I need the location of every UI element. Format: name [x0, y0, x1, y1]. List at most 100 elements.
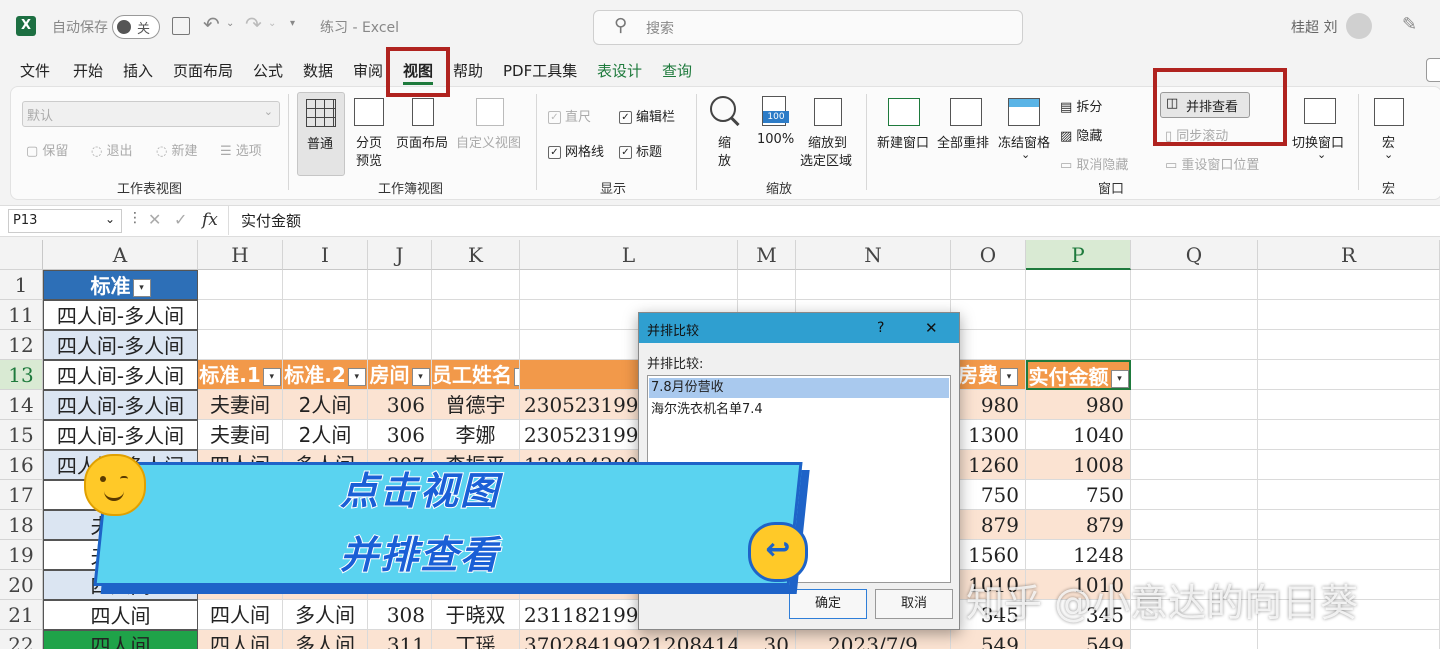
- new-window-button[interactable]: 新建窗口: [874, 92, 934, 174]
- zoom-to-selection-button[interactable]: 缩放到 选定区域: [800, 92, 858, 174]
- table-cell[interactable]: [1258, 270, 1440, 300]
- table-cell[interactable]: 750: [951, 480, 1026, 510]
- comment-button[interactable]: [1426, 58, 1440, 82]
- row-header[interactable]: 15: [0, 420, 43, 450]
- row-header[interactable]: 14: [0, 390, 43, 420]
- page-break-preview-button[interactable]: 分页 预览: [350, 92, 390, 174]
- tab-home[interactable]: 开始: [73, 60, 103, 81]
- freeze-panes-button[interactable]: 冻结窗格 ⌄: [996, 92, 1056, 174]
- table-cell[interactable]: 实付金额 ▾: [1026, 360, 1131, 390]
- table-cell[interactable]: [1131, 420, 1258, 450]
- table-cell[interactable]: [283, 270, 368, 300]
- user-name[interactable]: 桂超 刘: [1291, 17, 1337, 37]
- row-header[interactable]: 11: [0, 300, 43, 330]
- tab-insert[interactable]: 插入: [123, 60, 153, 81]
- table-cell[interactable]: 37028419921208414): [520, 630, 738, 649]
- table-cell[interactable]: [1026, 330, 1131, 360]
- table-cell[interactable]: 房费 ▾: [951, 360, 1026, 390]
- table-cell[interactable]: 306: [368, 420, 432, 450]
- table-cell[interactable]: 曾德宇: [432, 390, 520, 420]
- tab-table-design[interactable]: 表设计: [597, 60, 642, 81]
- table-cell[interactable]: 1300: [951, 420, 1026, 450]
- table-cell[interactable]: 30: [738, 630, 796, 649]
- table-cell[interactable]: [1131, 330, 1258, 360]
- table-cell[interactable]: [368, 300, 432, 330]
- column-header[interactable]: N: [796, 240, 951, 270]
- table-cell[interactable]: [951, 270, 1026, 300]
- table-cell[interactable]: 549: [951, 630, 1026, 649]
- table-cell[interactable]: 标准.1 ▾: [198, 360, 283, 390]
- table-cell[interactable]: [520, 270, 738, 300]
- column-header[interactable]: H: [198, 240, 283, 270]
- column-header[interactable]: J: [368, 240, 432, 270]
- sheet-view-dropdown[interactable]: 默认 ⌄: [22, 101, 280, 127]
- row-header[interactable]: 16: [0, 450, 43, 480]
- column-header[interactable]: K: [432, 240, 520, 270]
- table-cell[interactable]: 四人间-多人间: [43, 360, 198, 390]
- table-cell[interactable]: [432, 300, 520, 330]
- column-header[interactable]: I: [283, 240, 368, 270]
- table-cell[interactable]: [198, 300, 283, 330]
- save-icon[interactable]: [172, 17, 190, 35]
- unhide-button[interactable]: ▭ 取消隐藏: [1060, 154, 1128, 173]
- table-cell[interactable]: 丁瑶: [432, 630, 520, 649]
- filter-dropdown-icon[interactable]: ▾: [132, 278, 151, 297]
- table-cell[interactable]: 879: [1026, 510, 1131, 540]
- row-header[interactable]: 1: [0, 270, 43, 300]
- column-header[interactable]: A: [43, 240, 198, 270]
- pen-icon[interactable]: ✎: [1402, 14, 1417, 35]
- table-cell[interactable]: [1258, 420, 1440, 450]
- column-header[interactable]: O: [951, 240, 1026, 270]
- table-cell[interactable]: [283, 300, 368, 330]
- autosave-toggle[interactable]: 关: [112, 15, 160, 39]
- insert-function-icon[interactable]: fx: [202, 210, 218, 230]
- filter-dropdown-icon[interactable]: ▾: [347, 367, 366, 386]
- table-cell[interactable]: [1258, 450, 1440, 480]
- filter-dropdown-icon[interactable]: ▾: [1000, 367, 1018, 386]
- table-cell[interactable]: 四人间-多人间: [43, 390, 198, 420]
- table-cell[interactable]: 308: [368, 600, 432, 630]
- row-header[interactable]: 13: [0, 360, 43, 390]
- switch-windows-button[interactable]: 切换窗口 ⌄: [1290, 92, 1352, 174]
- tab-review[interactable]: 审阅: [353, 60, 383, 81]
- table-cell[interactable]: [1258, 540, 1440, 570]
- table-cell[interactable]: [1258, 510, 1440, 540]
- tab-formulas[interactable]: 公式: [253, 60, 283, 81]
- sheet-view-new-button[interactable]: ◌ 新建: [156, 140, 198, 159]
- reset-window-position-button[interactable]: ▭ 重设窗口位置: [1165, 154, 1259, 173]
- table-cell[interactable]: [1258, 630, 1440, 649]
- table-cell[interactable]: [1131, 300, 1258, 330]
- table-cell[interactable]: [1258, 330, 1440, 360]
- table-cell[interactable]: 四人间-多人间: [43, 420, 198, 450]
- table-cell[interactable]: 980: [951, 390, 1026, 420]
- table-cell[interactable]: 夫妻间: [198, 390, 283, 420]
- tab-pdf-tools[interactable]: PDF工具集: [503, 60, 577, 81]
- confirm-entry-icon[interactable]: ✓: [174, 210, 187, 229]
- macros-button[interactable]: 宏 ⌄: [1368, 92, 1412, 174]
- table-cell[interactable]: [1131, 390, 1258, 420]
- custom-views-button[interactable]: 自定义视图: [456, 92, 526, 174]
- list-item[interactable]: 7.8月份营收: [649, 378, 949, 398]
- column-header[interactable]: Q: [1131, 240, 1258, 270]
- cancel-button[interactable]: 取消: [875, 589, 953, 619]
- tab-help[interactable]: 帮助: [453, 60, 483, 81]
- table-cell[interactable]: 306: [368, 390, 432, 420]
- column-header[interactable]: M: [738, 240, 796, 270]
- filter-dropdown-icon[interactable]: ▾: [262, 367, 281, 386]
- undo-dropdown-icon[interactable]: ⌄: [226, 18, 234, 29]
- arrange-all-button[interactable]: 全部重排: [936, 92, 996, 174]
- table-cell[interactable]: [1131, 450, 1258, 480]
- normal-view-button[interactable]: 普通: [297, 92, 345, 176]
- formula-input[interactable]: 实付金额: [228, 206, 1440, 235]
- table-cell[interactable]: 房间 ▾: [368, 360, 432, 390]
- table-cell[interactable]: 1040: [1026, 420, 1131, 450]
- table-cell[interactable]: [738, 270, 796, 300]
- table-cell[interactable]: 标准 ▾: [43, 270, 198, 300]
- table-cell[interactable]: [1131, 510, 1258, 540]
- table-cell[interactable]: 于晓双: [432, 600, 520, 630]
- ok-button[interactable]: 确定: [789, 589, 867, 619]
- more-options-icon[interactable]: ⋮: [128, 210, 142, 226]
- sheet-view-keep-button[interactable]: ▢ 保留: [26, 140, 68, 159]
- table-cell[interactable]: 1560: [951, 540, 1026, 570]
- filter-dropdown-icon[interactable]: ▾: [1110, 369, 1129, 388]
